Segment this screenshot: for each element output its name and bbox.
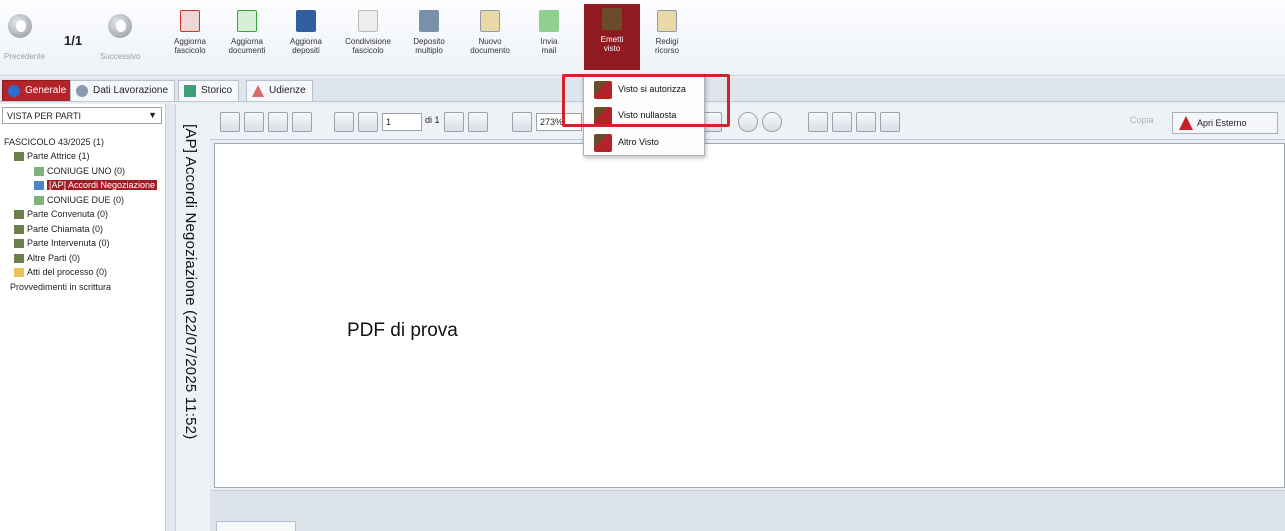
tree-node-parte-convenuta[interactable]: Parte Convenuta (0) [14, 209, 108, 219]
previous-arrow-icon[interactable] [8, 14, 32, 38]
condivisione-fascicolo-button[interactable]: Condivisione fascicolo [338, 6, 398, 68]
highlight-frame [562, 74, 730, 127]
folder-icon [14, 267, 24, 277]
next-arrow-icon[interactable] [108, 14, 132, 38]
people-icon [14, 224, 24, 234]
tab-generale[interactable]: Generale [2, 80, 74, 101]
people-icon [14, 253, 24, 263]
chevron-down-icon[interactable]: ▼ [148, 110, 157, 120]
info-icon [8, 85, 20, 97]
previous-label[interactable]: Precedente [4, 52, 45, 61]
panel-splitter[interactable] [166, 104, 176, 531]
tree-node-coniuge-due[interactable]: CONIUGE DUE (0) [34, 195, 124, 205]
deposito-multiplo-button[interactable]: Deposito multiplo [404, 6, 454, 68]
emetti-visto-button[interactable]: Emetti visto [584, 4, 640, 70]
select-text-icon[interactable] [832, 112, 852, 132]
multi-deposit-icon [419, 10, 439, 32]
tree-node-provvedimenti[interactable]: Provvedimenti in scrittura [10, 282, 111, 292]
page-setup-icon[interactable] [292, 112, 312, 132]
tree-node-parte-chiamata[interactable]: Parte Chiamata (0) [14, 224, 103, 234]
rotate-right-icon[interactable] [762, 112, 782, 132]
page-counter: 1/1 [64, 33, 83, 48]
pdf-body-text: PDF di prova [347, 320, 458, 341]
bottom-panel [210, 490, 1285, 531]
next-page-icon[interactable] [444, 112, 464, 132]
aggiorna-depositi-button[interactable]: Aggiorna depositi [284, 6, 328, 68]
tree-node-parte-intervenuta[interactable]: Parte Intervenuta (0) [14, 238, 110, 248]
people-icon [14, 151, 24, 161]
new-document-icon [480, 10, 500, 32]
tab-dati-lavorazione[interactable]: Dati Lavorazione [70, 80, 176, 101]
person-icon [34, 195, 44, 205]
invia-mail-button[interactable]: Invia mail [528, 6, 570, 68]
apri-esterno-button[interactable]: Apri Esterno [1172, 112, 1278, 134]
view-select[interactable]: VISTA PER PARTI ▼ [2, 107, 162, 124]
stamp-icon [602, 8, 622, 30]
magnify-plus-icon[interactable] [880, 112, 900, 132]
stamp-icon [594, 134, 612, 152]
share-document-icon [358, 10, 378, 32]
edit-document-icon [657, 10, 677, 32]
document-icon [34, 180, 44, 190]
zoom-out-icon[interactable] [512, 112, 532, 132]
redigi-ricorso-button[interactable]: Redigi ricorso [644, 6, 690, 68]
people-icon [14, 238, 24, 248]
zoom-tool-icon[interactable] [856, 112, 876, 132]
bottom-tab[interactable] [216, 521, 296, 531]
tree-node-atti-processo[interactable]: Atti del processo (0) [14, 267, 107, 277]
tree-node-accordi-negoziazione[interactable]: [AP] Accordi Negoziazione [34, 180, 158, 190]
send-mail-icon [539, 10, 559, 32]
ribbon-toolbar: Precedente 1/1 Successivo Aggiorna fasci… [0, 0, 1285, 76]
refresh-blue-icon [296, 10, 316, 32]
tree-node-parte-attrice[interactable]: Parte Attrice (1) [14, 151, 90, 161]
document-title-strip: [AP] Accordi Negoziazione (22/07/2025 11… [176, 104, 210, 531]
gear-icon [76, 85, 88, 97]
save-icon[interactable] [220, 112, 240, 132]
pdf-viewer-page[interactable]: PDF di prova [214, 143, 1285, 488]
sidebar-tree-panel: VISTA PER PARTI ▼ FASCICOLO 43/2025 (1) … [0, 104, 166, 531]
page-number-input[interactable]: 1 [382, 113, 422, 131]
next-label[interactable]: Successivo [100, 52, 140, 61]
hand-tool-icon[interactable] [808, 112, 828, 132]
tab-udienze[interactable]: Udienze [246, 80, 313, 101]
pdf-toolbar: 1 di 1 273% Copia Apri Esterno [210, 104, 1285, 140]
aggiorna-documenti-button[interactable]: Aggiorna documenti [224, 6, 270, 68]
aggiorna-fascicolo-button[interactable]: Aggiorna fascicolo [168, 6, 212, 68]
find-icon[interactable] [268, 112, 288, 132]
tab-storico[interactable]: Storico [178, 80, 240, 101]
menu-item-altro-visto[interactable]: Altro Visto [592, 132, 700, 154]
first-page-icon[interactable] [334, 112, 354, 132]
print-icon[interactable] [244, 112, 264, 132]
copy-button[interactable]: Copia [1130, 115, 1154, 125]
person-icon [34, 166, 44, 176]
arrow-down-green-icon [237, 10, 257, 32]
gavel-icon [252, 85, 264, 97]
tree-node-coniuge-uno[interactable]: CONIUGE UNO (0) [34, 166, 125, 176]
app-window: Precedente 1/1 Successivo Aggiorna fasci… [0, 0, 1285, 531]
document-vertical-title: [AP] Accordi Negoziazione (22/07/2025 11… [182, 124, 199, 440]
page-of-label: di 1 [425, 115, 440, 125]
people-icon [14, 209, 24, 219]
last-page-icon[interactable] [468, 112, 488, 132]
nuovo-documento-button[interactable]: Nuovo documento [464, 6, 516, 68]
calendar-icon [184, 85, 196, 97]
rotate-left-icon[interactable] [738, 112, 758, 132]
arrow-down-red-icon [180, 10, 200, 32]
tree-node-fascicolo[interactable]: FASCICOLO 43/2025 (1) [4, 137, 104, 147]
previous-page-icon[interactable] [358, 112, 378, 132]
tree-node-altre-parti[interactable]: Altre Parti (0) [14, 253, 80, 263]
